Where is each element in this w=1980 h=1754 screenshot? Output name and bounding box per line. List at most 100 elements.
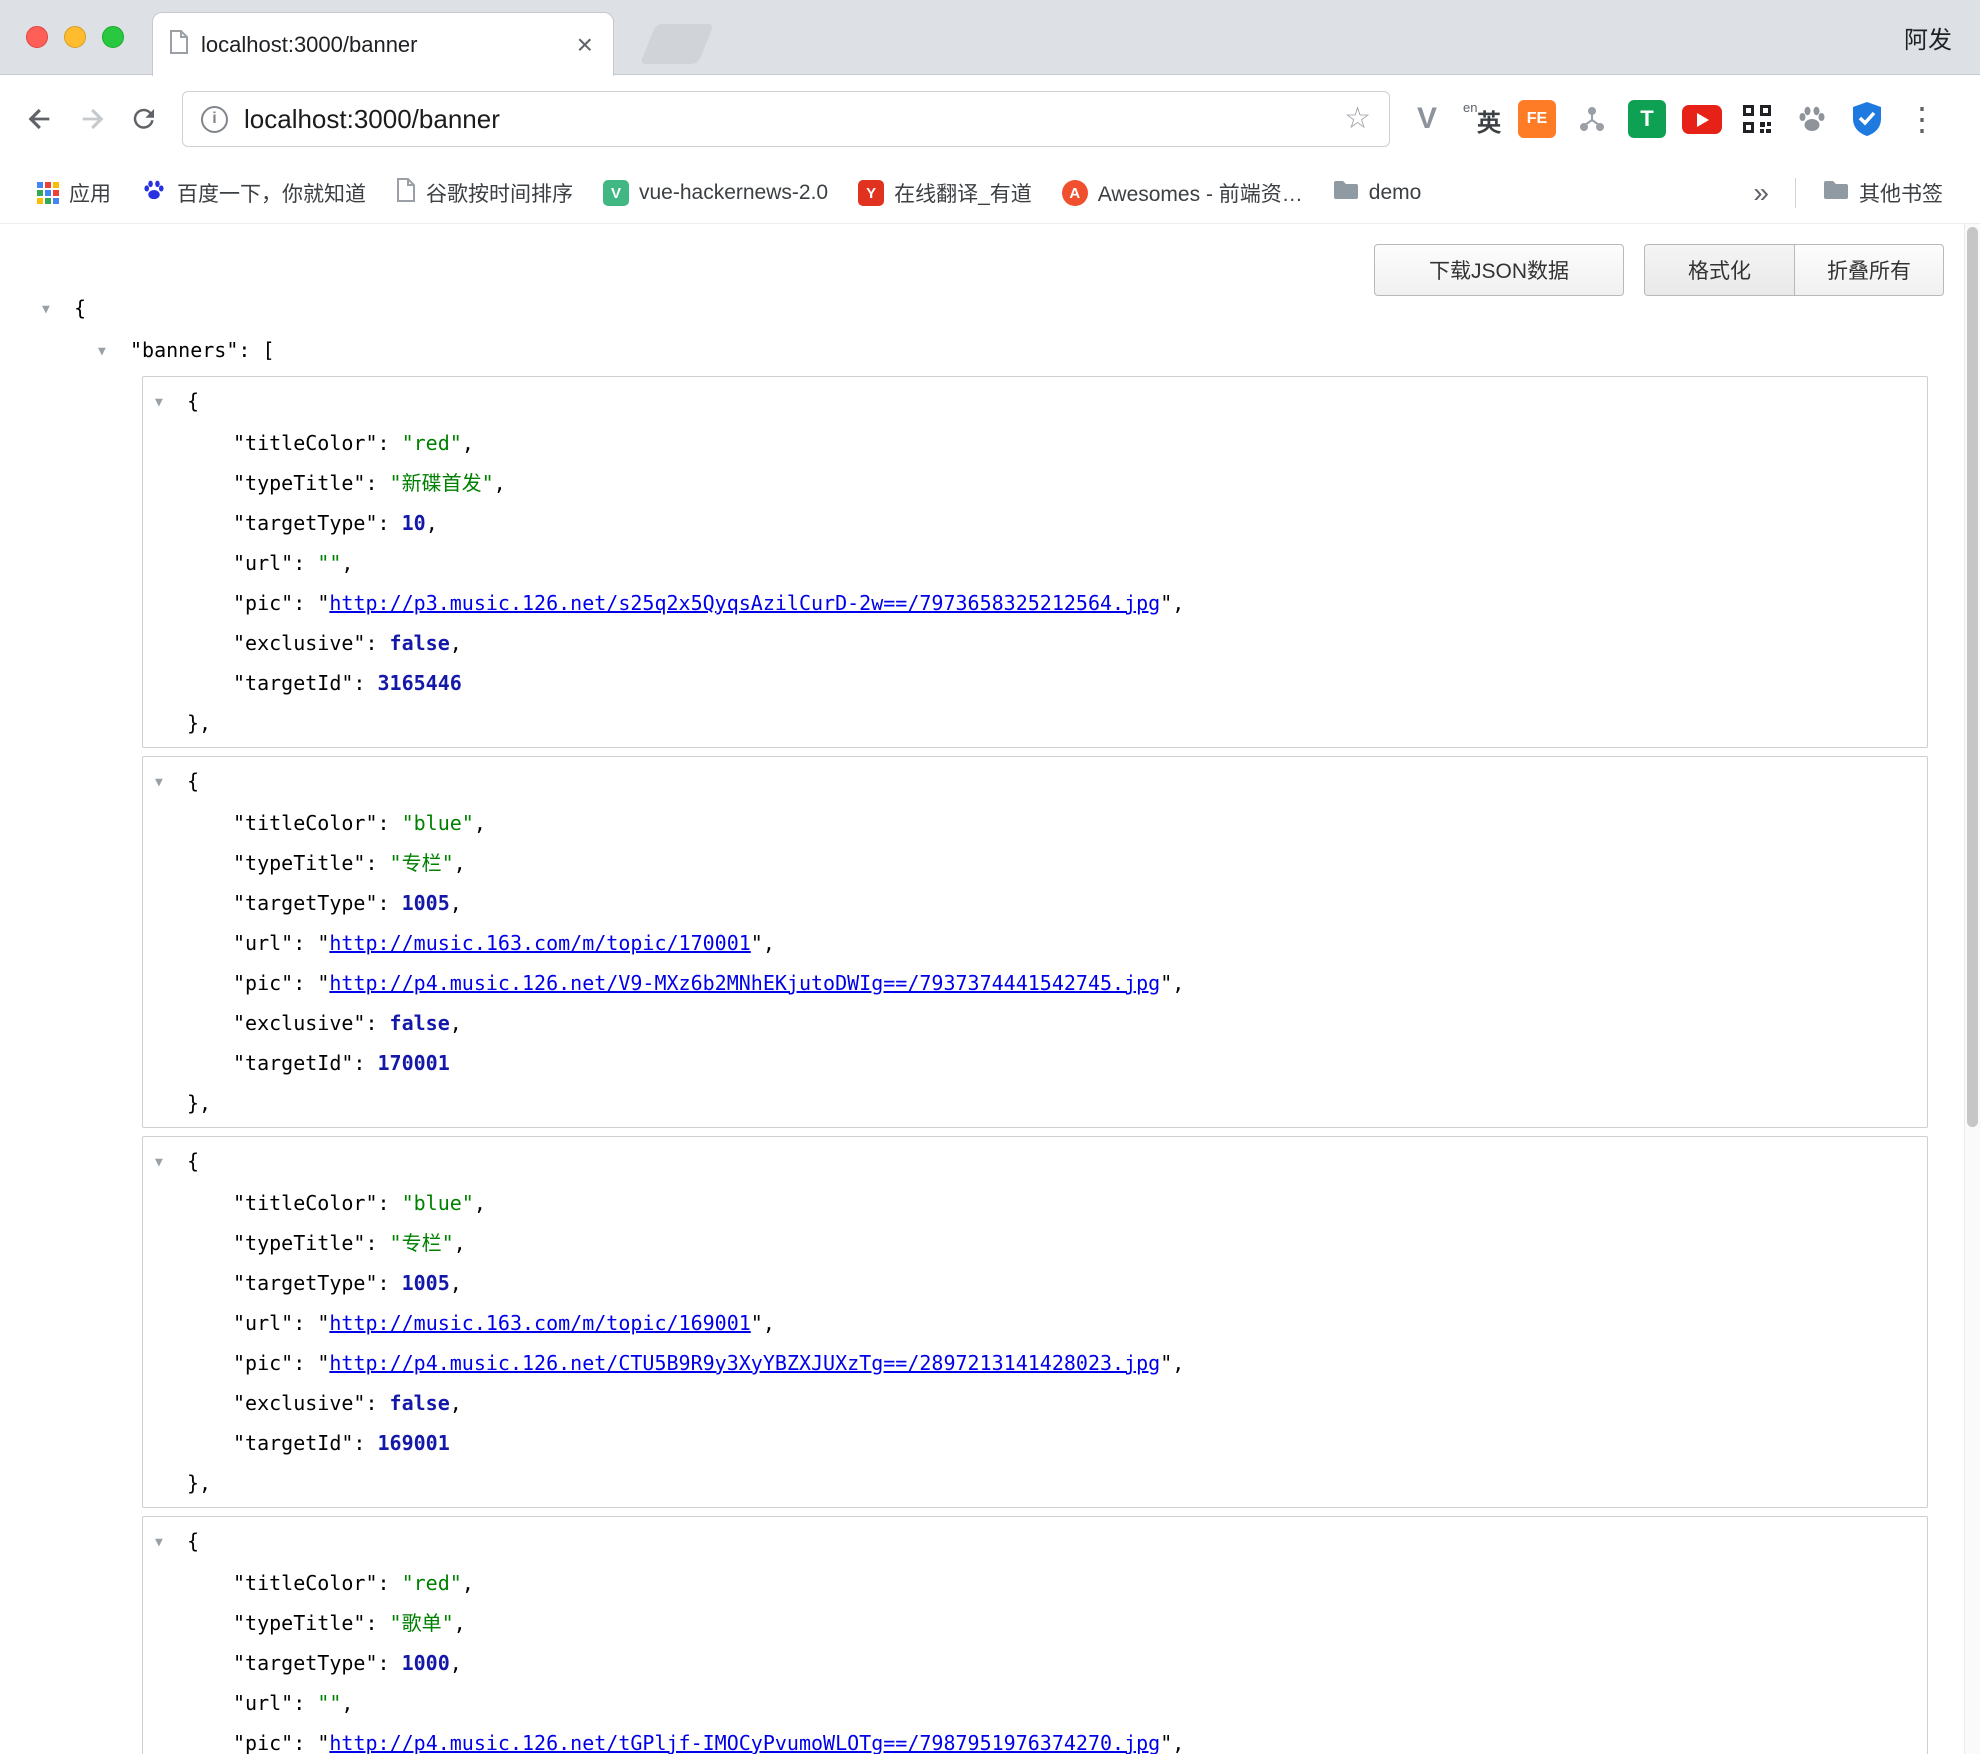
fehelper-extension-icon[interactable]: FE bbox=[1514, 96, 1560, 142]
window-close-button[interactable] bbox=[26, 26, 48, 48]
extensions-bar: V en 英 FE T ⋮ bbox=[1404, 96, 1945, 142]
collapse-toggle-icon[interactable]: ▼ bbox=[155, 383, 187, 423]
tab-close-icon[interactable]: × bbox=[573, 31, 597, 59]
json-root-key: "banners" bbox=[130, 338, 238, 362]
json-property-line: "typeTitle": "专栏", bbox=[143, 843, 1927, 883]
back-button[interactable] bbox=[14, 93, 66, 145]
json-banners-line: ▼"banners": [ bbox=[0, 330, 1964, 372]
json-object-close-line: }, bbox=[143, 703, 1927, 743]
org-extension-icon[interactable] bbox=[1569, 96, 1615, 142]
json-property-line: "targetType": 1005, bbox=[143, 883, 1927, 923]
json-property-line: "url": "http://music.163.com/m/topic/170… bbox=[143, 923, 1927, 963]
tab-title: localhost:3000/banner bbox=[201, 32, 561, 58]
json-root-line: ▼{ bbox=[0, 288, 1964, 330]
baidu-paw-icon bbox=[141, 177, 167, 209]
json-property-line: "url": "", bbox=[143, 543, 1927, 583]
json-object-box: ▼{"titleColor": "red","typeTitle": "歌单",… bbox=[142, 1516, 1928, 1754]
json-property-line: "pic": "http://p4.music.126.net/V9-MXz6b… bbox=[143, 963, 1927, 1003]
json-property-line: "url": "http://music.163.com/m/topic/169… bbox=[143, 1303, 1927, 1343]
address-bar[interactable]: i localhost:3000/banner ☆ bbox=[182, 91, 1390, 147]
page-info-icon[interactable]: i bbox=[201, 106, 228, 133]
json-url-link[interactable]: http://p3.music.126.net/s25q2x5QyqsAzilC… bbox=[329, 591, 1160, 615]
json-property-line: "targetType": 1000, bbox=[143, 1643, 1927, 1683]
json-property-line: "typeTitle": "歌单", bbox=[143, 1603, 1927, 1643]
page-icon bbox=[396, 178, 416, 208]
json-property-line: "exclusive": false, bbox=[143, 1383, 1927, 1423]
bookmark-awesomes[interactable]: A Awesomes - 前端资… bbox=[1049, 172, 1316, 214]
collapse-toggle-icon[interactable]: ▼ bbox=[155, 1143, 187, 1183]
new-tab-button[interactable] bbox=[640, 24, 714, 64]
bookmark-vue-hackernews[interactable]: V vue-hackernews-2.0 bbox=[590, 174, 841, 212]
bookmark-youdao-translate[interactable]: Y 在线翻译_有道 bbox=[845, 172, 1045, 214]
window-minimize-button[interactable] bbox=[64, 26, 86, 48]
json-property-line: "exclusive": false, bbox=[143, 623, 1927, 663]
bookmark-apps[interactable]: 应用 bbox=[24, 172, 124, 214]
json-property-line: "targetType": 1005, bbox=[143, 1263, 1927, 1303]
json-property-line: "pic": "http://p3.music.126.net/s25q2x5Q… bbox=[143, 583, 1927, 623]
collapse-toggle-icon[interactable]: ▼ bbox=[155, 763, 187, 803]
bookmark-star-icon[interactable]: ☆ bbox=[1344, 104, 1371, 134]
json-property-line: "titleColor": "blue", bbox=[143, 803, 1927, 843]
browser-toolbar: i localhost:3000/banner ☆ V en 英 FE T ⋮ bbox=[0, 75, 1980, 163]
page-content: 下载JSON数据 格式化 折叠所有 ▼{ ▼"banners": [ ▼{"ti… bbox=[0, 224, 1980, 1754]
youtube-extension-icon[interactable] bbox=[1679, 96, 1725, 142]
json-object-box: ▼{"titleColor": "blue","typeTitle": "专栏"… bbox=[142, 1136, 1928, 1508]
vertical-scrollbar[interactable] bbox=[1964, 224, 1980, 1754]
browser-tab[interactable]: localhost:3000/banner × bbox=[152, 12, 614, 76]
json-property-line: "pic": "http://p4.music.126.net/tGPljf-I… bbox=[143, 1723, 1927, 1754]
collapse-toggle-icon[interactable]: ▼ bbox=[155, 1523, 187, 1563]
folder-icon bbox=[1823, 180, 1849, 206]
json-url-link[interactable]: http://music.163.com/m/topic/170001 bbox=[329, 931, 750, 955]
browser-menu-icon[interactable]: ⋮ bbox=[1899, 96, 1945, 142]
json-url-link[interactable]: http://p4.music.126.net/tGPljf-IMOCyPvum… bbox=[329, 1731, 1160, 1754]
json-url-link[interactable]: http://music.163.com/m/topic/169001 bbox=[329, 1311, 750, 1335]
json-object-box: ▼{"titleColor": "red","typeTitle": "新碟首发… bbox=[142, 376, 1928, 748]
folder-icon bbox=[1333, 180, 1359, 206]
youdao-icon: Y bbox=[858, 180, 884, 206]
reload-button[interactable] bbox=[118, 93, 170, 145]
json-property-line: "typeTitle": "新碟首发", bbox=[143, 463, 1927, 503]
page-favicon-icon bbox=[169, 30, 189, 59]
qrcode-extension-icon[interactable] bbox=[1734, 96, 1780, 142]
bookmarks-bar: 应用 百度一下，你就知道 谷歌按时间排序 V vue-hackernews-2.… bbox=[0, 163, 1980, 224]
json-url-link[interactable]: http://p4.music.126.net/CTU5B9R9y3XyYBZX… bbox=[329, 1351, 1160, 1375]
json-property-line: "titleColor": "red", bbox=[143, 423, 1927, 463]
json-object-box: ▼{"titleColor": "blue","typeTitle": "专栏"… bbox=[142, 756, 1928, 1128]
json-tree: ▼{ ▼"banners": [ ▼{"titleColor": "red","… bbox=[0, 288, 1964, 1754]
bookmarks-overflow-chevron-icon[interactable]: » bbox=[1741, 177, 1781, 209]
json-object-close-line: }, bbox=[143, 1083, 1927, 1123]
json-property-line: "titleColor": "red", bbox=[143, 1563, 1927, 1603]
json-property-line: "typeTitle": "专栏", bbox=[143, 1223, 1927, 1263]
scrollbar-thumb[interactable] bbox=[1967, 227, 1978, 1127]
json-property-line: "targetId": 3165446 bbox=[143, 663, 1927, 703]
vimium-extension-icon[interactable]: V bbox=[1404, 96, 1450, 142]
shield-t-extension-icon[interactable]: T bbox=[1624, 96, 1670, 142]
bookmark-demo-folder[interactable]: demo bbox=[1320, 174, 1435, 212]
profile-name[interactable]: 阿发 bbox=[1904, 0, 1952, 74]
vue-icon: V bbox=[603, 180, 629, 206]
json-url-link[interactable]: http://p4.music.126.net/V9-MXz6b2MNhEKju… bbox=[329, 971, 1160, 995]
traffic-lights bbox=[26, 26, 124, 48]
window-titlebar: localhost:3000/banner × 阿发 bbox=[0, 0, 1980, 75]
json-property-line: "url": "", bbox=[143, 1683, 1927, 1723]
bookmark-google-sort[interactable]: 谷歌按时间排序 bbox=[383, 172, 586, 214]
apps-grid-icon bbox=[37, 182, 59, 204]
translate-extension-icon[interactable]: en 英 bbox=[1459, 96, 1505, 142]
json-property-line: "pic": "http://p4.music.126.net/CTU5B9R9… bbox=[143, 1343, 1927, 1383]
json-property-line: "targetId": 170001 bbox=[143, 1043, 1927, 1083]
json-property-line: "titleColor": "blue", bbox=[143, 1183, 1927, 1223]
window-zoom-button[interactable] bbox=[102, 26, 124, 48]
json-property-line: "targetType": 10, bbox=[143, 503, 1927, 543]
json-array-items: ▼{"titleColor": "red","typeTitle": "新碟首发… bbox=[142, 376, 1928, 1754]
security-shield-extension-icon[interactable] bbox=[1844, 96, 1890, 142]
json-property-line: "exclusive": false, bbox=[143, 1003, 1927, 1043]
paw-extension-icon[interactable] bbox=[1789, 96, 1835, 142]
json-property-line: "targetId": 169001 bbox=[143, 1423, 1927, 1463]
collapse-toggle-icon[interactable]: ▼ bbox=[42, 290, 74, 330]
json-object-close-line: }, bbox=[143, 1463, 1927, 1503]
url-text: localhost:3000/banner bbox=[244, 104, 500, 135]
collapse-toggle-icon[interactable]: ▼ bbox=[98, 332, 130, 372]
forward-button[interactable] bbox=[66, 93, 118, 145]
other-bookmarks[interactable]: 其他书签 bbox=[1810, 172, 1956, 214]
bookmark-baidu[interactable]: 百度一下，你就知道 bbox=[128, 171, 379, 215]
